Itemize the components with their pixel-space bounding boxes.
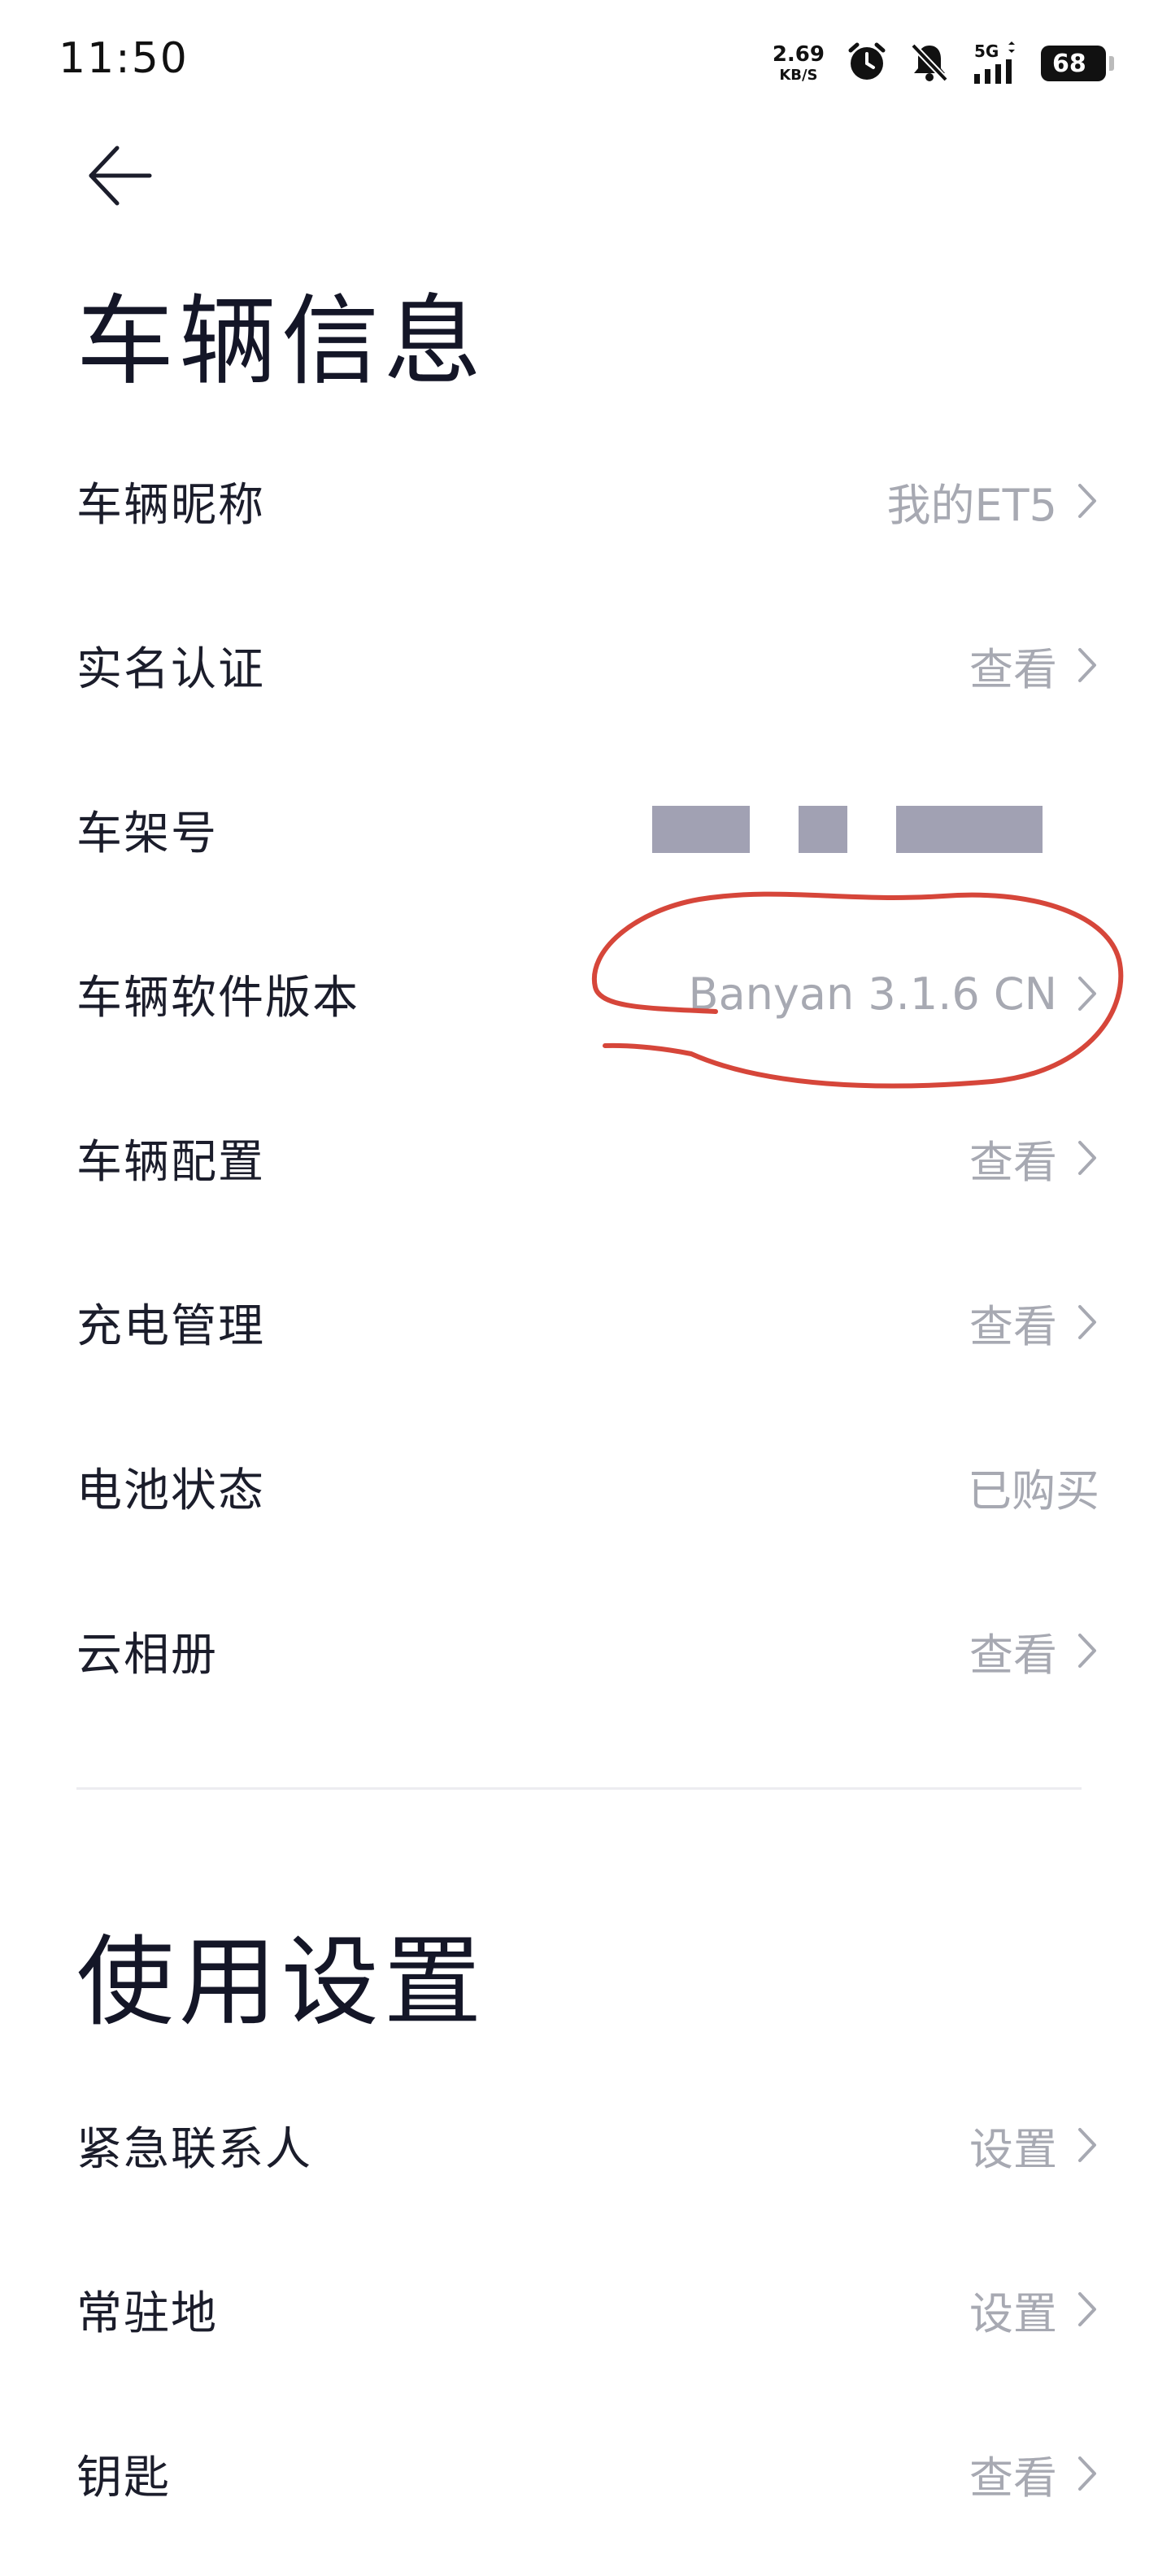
back-button[interactable]	[80, 137, 158, 215]
chevron-right-icon	[1078, 2292, 1096, 2326]
network-speed-value: 2.69	[772, 42, 825, 67]
row-label: 钥匙	[76, 2451, 171, 2504]
signal-icon: 5G	[971, 41, 1020, 85]
chevron-right-icon	[1078, 1141, 1096, 1175]
row-charging-management[interactable]: 充电管理 查看	[76, 1273, 1099, 1371]
row-label: 云相册	[76, 1628, 218, 1682]
status-icons: 2.69 KB/S 5G 68	[773, 39, 1114, 88]
section-divider	[76, 1787, 1082, 1790]
row-value: 查看	[969, 1629, 1057, 1681]
row-emergency-contact[interactable]: 紧急联系人 设置	[76, 2096, 1099, 2194]
row-software-version[interactable]: 车辆软件版本 Banyan 3.1.6 CN	[76, 945, 1099, 1042]
redacted-vin	[652, 806, 1043, 853]
row-vehicle-nickname[interactable]: 车辆昵称 我的ET5	[76, 452, 1099, 550]
row-vin: 车架号	[76, 781, 1099, 878]
row-label: 充电管理	[76, 1299, 265, 1353]
network-speed-unit: KB/S	[779, 67, 818, 84]
status-time: 11:50	[59, 34, 189, 83]
row-value: 我的ET5	[886, 479, 1057, 531]
row-value: 查看	[969, 643, 1057, 695]
row-label: 车辆昵称	[76, 478, 265, 532]
row-label: 实名认证	[76, 642, 265, 696]
chevron-right-icon	[1078, 977, 1096, 1011]
row-value: 设置	[969, 2123, 1057, 2175]
chevron-right-icon	[1078, 2456, 1096, 2491]
arrow-left-icon	[89, 146, 152, 206]
chevron-right-icon	[1078, 1305, 1096, 1339]
redaction-block	[896, 806, 1043, 853]
row-key[interactable]: 钥匙 查看	[76, 2425, 1099, 2522]
row-label: 车辆配置	[76, 1135, 265, 1189]
alarm-icon	[846, 41, 888, 86]
row-value: 设置	[969, 2287, 1057, 2339]
battery-icon: 68	[1041, 46, 1114, 81]
redaction-block	[652, 806, 750, 853]
redaction-block	[799, 806, 847, 853]
bell-muted-icon	[909, 41, 950, 86]
battery-level: 68	[1052, 49, 1086, 78]
network-speed: 2.69 KB/S	[773, 44, 825, 83]
row-residence[interactable]: 常驻地 设置	[76, 2261, 1099, 2358]
chevron-right-icon	[1078, 648, 1096, 682]
row-vehicle-config[interactable]: 车辆配置 查看	[76, 1109, 1099, 1207]
row-label: 车架号	[76, 807, 218, 860]
vehicle-info-title: 车辆信息	[76, 285, 486, 398]
row-label: 紧急联系人	[76, 2122, 312, 2176]
row-cloud-album[interactable]: 云相册 查看	[76, 1602, 1099, 1699]
chevron-right-icon	[1078, 484, 1096, 518]
row-label: 电池状态	[76, 1464, 265, 1517]
row-real-name-verification[interactable]: 实名认证 查看	[76, 616, 1099, 714]
row-value: Banyan 3.1.6 CN	[688, 968, 1057, 1020]
row-label: 常驻地	[76, 2287, 218, 2340]
row-value: 已购买	[968, 1464, 1099, 1516]
chevron-right-icon	[1078, 1634, 1096, 1668]
row-label: 车辆软件版本	[76, 971, 359, 1025]
row-battery-status: 电池状态 已购买	[76, 1438, 1099, 1535]
chevron-right-icon	[1078, 2128, 1096, 2162]
usage-settings-title: 使用设置	[76, 1926, 486, 2039]
status-bar: 11:50 2.69 KB/S 5G 68	[0, 0, 1171, 122]
row-value: 查看	[969, 2452, 1057, 2504]
row-value: 查看	[969, 1300, 1057, 1352]
row-value: 查看	[969, 1136, 1057, 1188]
